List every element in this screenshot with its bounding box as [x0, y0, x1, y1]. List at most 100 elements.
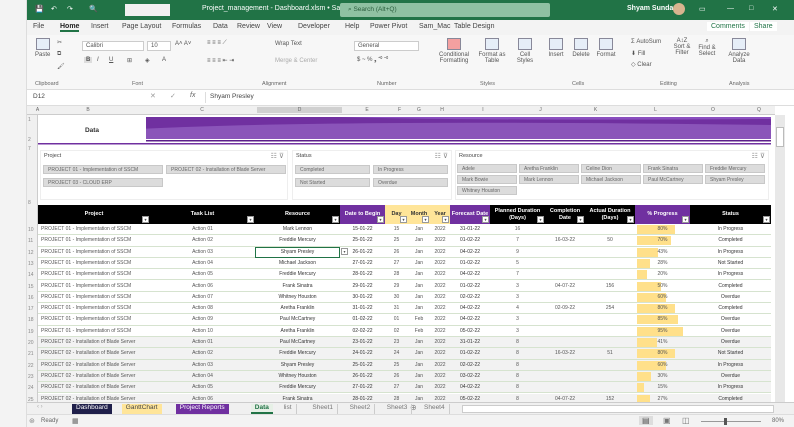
menu-tab-file[interactable]: File [33, 23, 44, 30]
cell-month[interactable]: Feb [408, 316, 430, 322]
cell--progress[interactable]: 80% [635, 305, 690, 311]
scroll-thumb[interactable] [776, 127, 784, 147]
column-header-b[interactable]: B [38, 107, 138, 113]
cell-project[interactable]: PROJECT 01 - Implementation of SSCM [38, 294, 150, 300]
cell-year[interactable]: 2022 [430, 362, 450, 368]
cell-forecast-date[interactable]: 04-02-22 [450, 384, 490, 390]
cell-day[interactable]: 25 [385, 237, 408, 243]
cell-forecast-date[interactable]: 04-02-22 [450, 249, 490, 255]
autosum-button[interactable]: Σ AutoSum [631, 39, 661, 45]
cell-year[interactable]: 2022 [430, 260, 450, 266]
sheet-tab-ganttchart[interactable]: GanttChart [121, 404, 162, 414]
row-number[interactable]: 20 [28, 340, 34, 346]
cell-date-to-begin[interactable]: 23-01-22 [340, 339, 385, 345]
cell-project[interactable]: PROJECT 01 - Implementation of SSCM [38, 226, 150, 232]
cell-resource[interactable]: Frank Sinatra [255, 396, 340, 402]
sheet-tab-sheet1[interactable]: Sheet1 [308, 404, 338, 414]
menu-tab-view[interactable]: View [267, 23, 282, 30]
cell-day[interactable]: 25 [385, 362, 408, 368]
column-header-k[interactable]: K [568, 107, 623, 113]
cell-date-to-begin[interactable]: 26-01-22 [340, 373, 385, 379]
cell-day[interactable]: 30 [385, 294, 408, 300]
cell-resource[interactable]: Freddie Mercury [255, 271, 340, 277]
cell-date-to-begin[interactable]: 27-01-22 [340, 384, 385, 390]
cell-month[interactable]: Jan [408, 384, 430, 390]
filter-dropdown-icon[interactable]: ▾ [627, 216, 634, 223]
cell-year[interactable]: 2022 [430, 283, 450, 289]
menu-tab-insert[interactable]: Insert [91, 23, 109, 30]
column-header-o[interactable]: O [683, 107, 743, 113]
cell-task-list[interactable]: Action 04 [150, 260, 255, 266]
cell--progress[interactable]: 20% [635, 271, 690, 277]
cell-planned-duration-days-[interactable]: 7 [490, 271, 545, 277]
cell-project[interactable]: PROJECT 02 - Installation of Blade Serve… [38, 350, 150, 356]
cell-status[interactable]: Not Started [690, 260, 771, 266]
cell-completion-date[interactable]: 02-09-22 [545, 305, 585, 311]
zoom-slider[interactable] [701, 421, 761, 422]
cell-forecast-date[interactable]: 02-02-22 [450, 294, 490, 300]
column-header-j[interactable]: J [513, 107, 568, 113]
cell-dropdown-icon[interactable]: ▾ [341, 247, 348, 255]
cell-day[interactable]: 31 [385, 305, 408, 311]
slicer-item[interactable]: PROJECT 02 - Installation of Blade Serve… [166, 165, 286, 174]
cell-task-list[interactable]: Action 07 [150, 294, 255, 300]
conditional-formatting-button[interactable]: Conditional Formatting [435, 38, 473, 64]
cell-task-list[interactable]: Action 02 [150, 350, 255, 356]
cell-date-to-begin[interactable]: 01-02-22 [340, 316, 385, 322]
undo-icon[interactable]: ↶ [51, 5, 57, 13]
zoom-level[interactable]: 80% [772, 418, 784, 424]
column-header-planned-duration-days-[interactable]: Planned Duration (Days) ▾ [490, 205, 545, 224]
format-button[interactable]: Format [594, 38, 618, 58]
filter-dropdown-icon[interactable]: ▾ [537, 216, 544, 223]
cell-task-list[interactable]: Action 03 [150, 362, 255, 368]
row-number[interactable]: 17 [28, 306, 34, 312]
cell-planned-duration-days-[interactable]: 9 [490, 249, 545, 255]
column-header-g[interactable]: G [408, 107, 430, 113]
column-header-l[interactable]: L [628, 107, 683, 113]
save-icon[interactable]: 💾 [35, 5, 44, 13]
name-box[interactable]: D12 [30, 92, 130, 103]
cell-project[interactable]: PROJECT 01 - Implementation of SSCM [38, 305, 150, 311]
minimize-icon[interactable]: — [727, 5, 734, 12]
borders-icon[interactable]: ⊞ [127, 57, 132, 64]
filter-dropdown-icon[interactable]: ▾ [142, 216, 149, 223]
cell-task-list[interactable]: Action 08 [150, 305, 255, 311]
cell-date-to-begin[interactable]: 29-01-22 [340, 283, 385, 289]
cell-month[interactable]: Jan [408, 260, 430, 266]
cell-planned-duration-days-[interactable]: 5 [490, 260, 545, 266]
cell-resource[interactable]: Michael Jackson [255, 260, 340, 266]
cell-day[interactable]: 24 [385, 350, 408, 356]
column-header-completion-date[interactable]: Completion Date ▾ [545, 205, 585, 224]
cell-task-list[interactable]: Action 05 [150, 384, 255, 390]
cell-project[interactable]: PROJECT 02 - Installation of Blade Serve… [38, 339, 150, 345]
cell-planned-duration-days-[interactable]: 8 [490, 339, 545, 345]
cell-task-list[interactable]: Action 09 [150, 316, 255, 322]
row-number[interactable]: 14 [28, 272, 34, 278]
cell-forecast-date[interactable]: 01-02-22 [450, 283, 490, 289]
cell-date-to-begin[interactable]: 28-01-22 [340, 396, 385, 402]
merge-center-button[interactable]: Merge & Center [275, 58, 317, 64]
wrap-text-button[interactable]: Wrap Text [275, 41, 302, 47]
row-number[interactable]: 18 [28, 317, 34, 323]
cell-project[interactable]: PROJECT 01 - Implementation of SSCM [38, 328, 150, 334]
slicer-item[interactable]: Michael Jackson [581, 175, 641, 184]
cell-planned-duration-days-[interactable]: 7 [490, 237, 545, 243]
cell--progress[interactable]: 41% [635, 339, 690, 345]
cell-status[interactable]: Overdue [690, 339, 771, 345]
slicer-item[interactable]: Whitney Houston [457, 186, 517, 195]
cell-completion-date[interactable]: 16-03-22 [545, 237, 585, 243]
cell-status[interactable]: In Progress [690, 362, 771, 368]
cell-forecast-date[interactable]: 04-02-22 [450, 316, 490, 322]
cell-task-list[interactable]: Action 01 [150, 339, 255, 345]
cell-task-list[interactable]: Action 04 [150, 373, 255, 379]
cell-month[interactable]: Jan [408, 373, 430, 379]
cell--progress[interactable]: 30% [635, 373, 690, 379]
column-header-project[interactable]: Project ▾ [38, 205, 150, 224]
font-size-select[interactable]: 10 [147, 41, 171, 51]
cell-resource[interactable]: Shyam Presley [255, 362, 340, 368]
row-number[interactable]: 22 [28, 363, 34, 369]
cell-month[interactable]: Jan [408, 362, 430, 368]
cell-date-to-begin[interactable]: 02-02-22 [340, 328, 385, 334]
cell--progress[interactable]: 85% [635, 316, 690, 322]
page-break-icon[interactable]: ◫ [682, 416, 690, 425]
